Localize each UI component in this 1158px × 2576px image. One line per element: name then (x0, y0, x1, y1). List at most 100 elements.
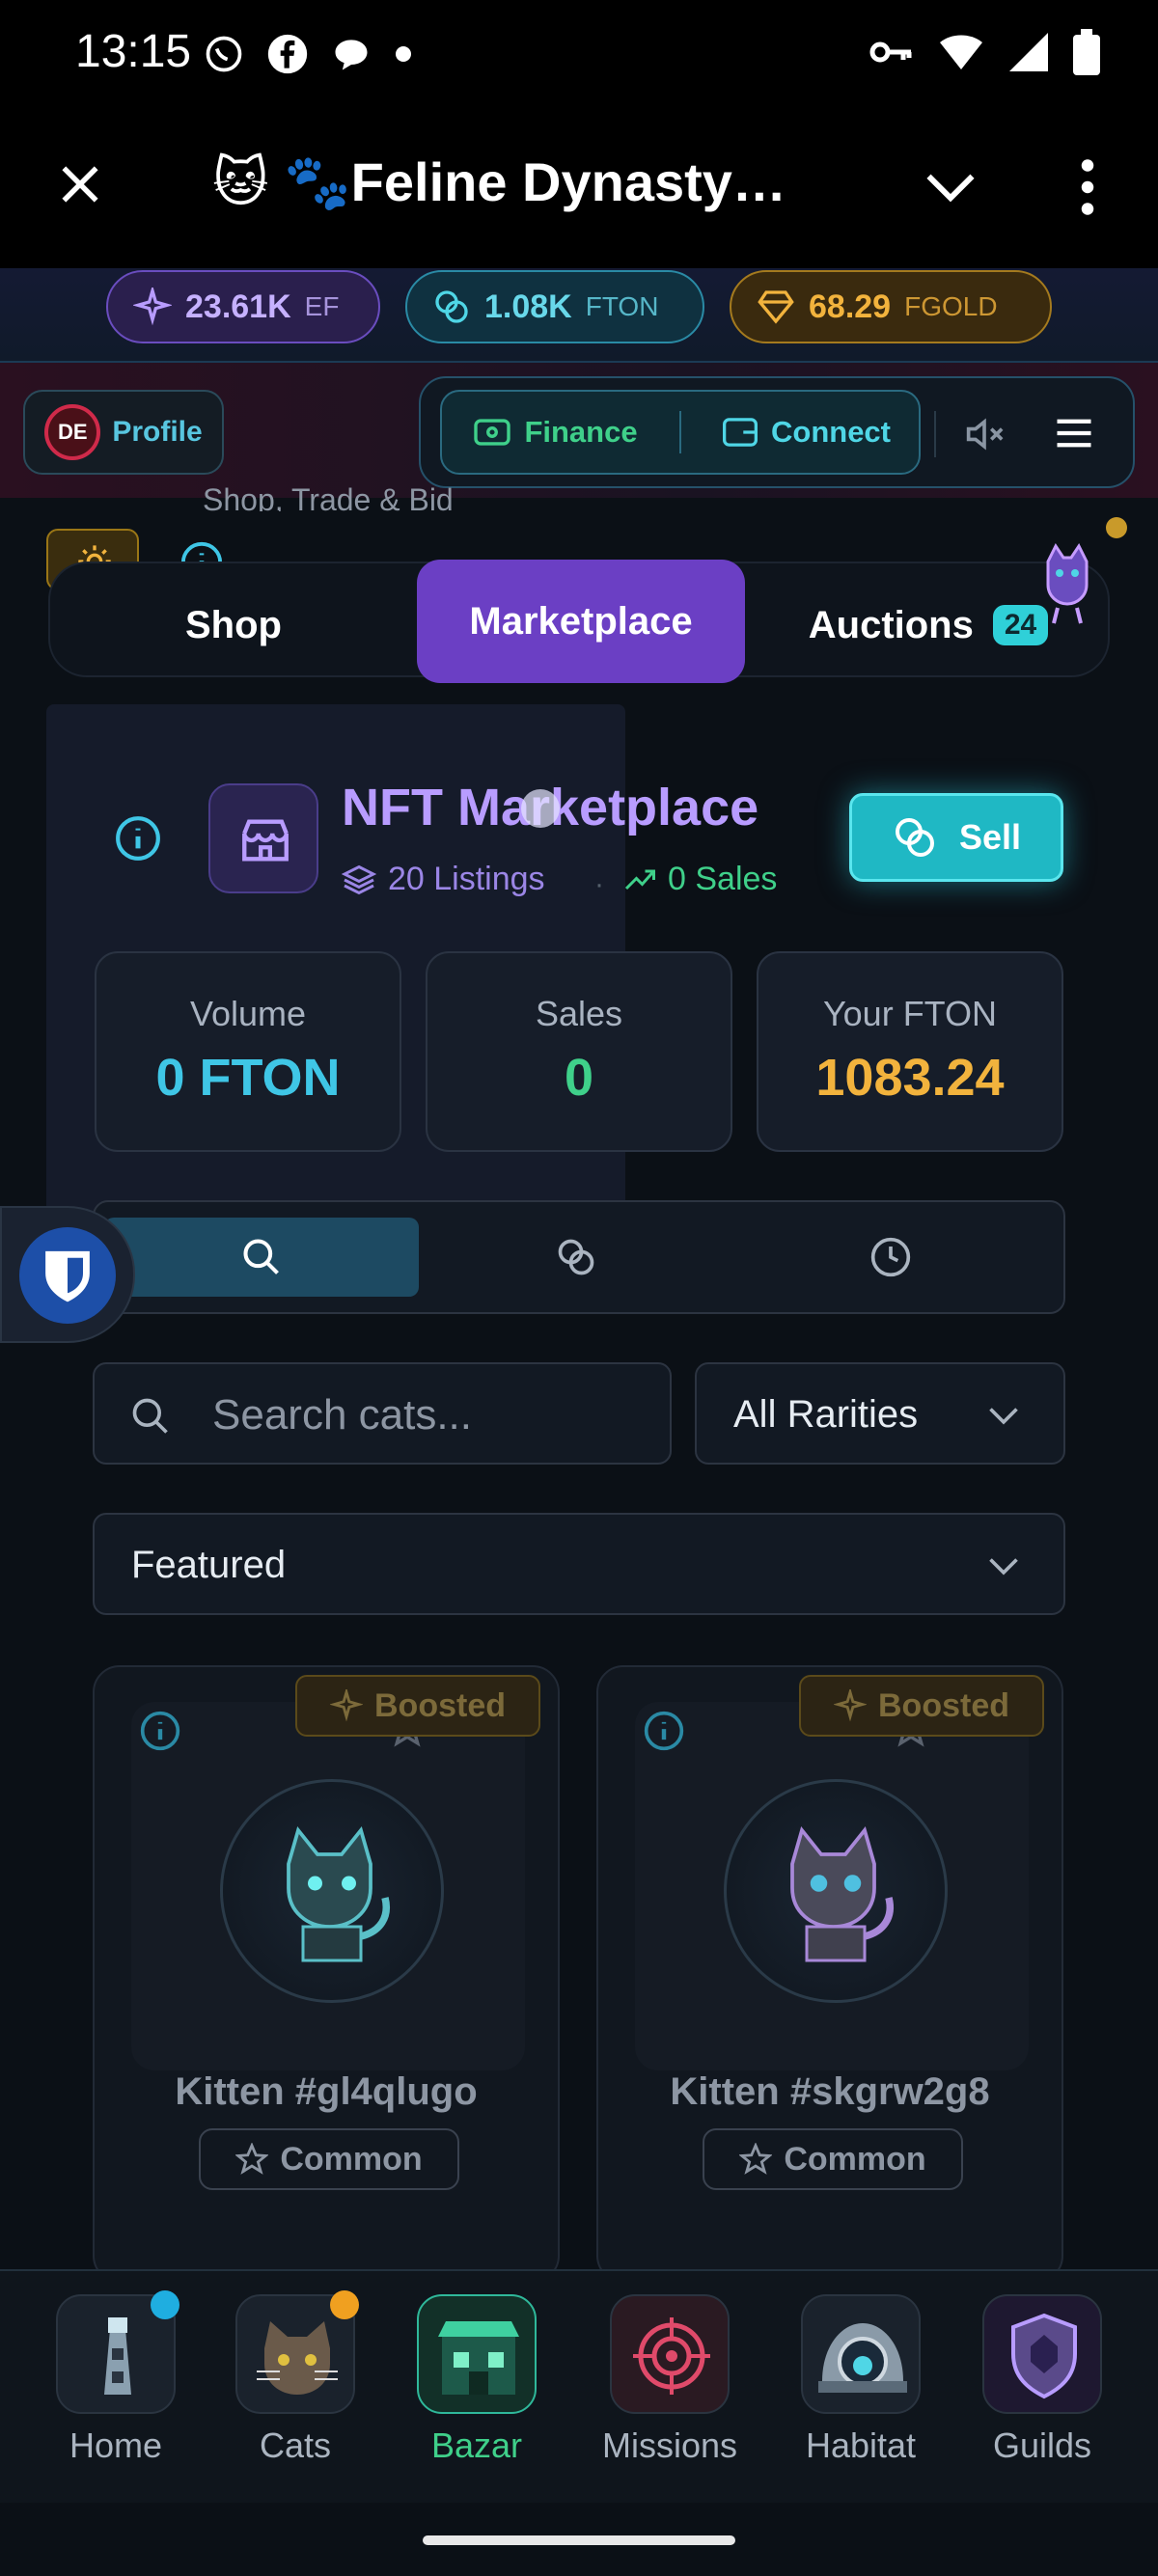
profile-label: Profile (112, 416, 203, 448)
search-icon (243, 1239, 279, 1274)
habitat-dome-icon (801, 2294, 921, 2414)
chevron-down-icon (989, 1408, 1018, 1425)
shield-icon (45, 1250, 90, 1302)
rarity-badge: Common (199, 2128, 459, 2190)
info-icon[interactable] (114, 814, 162, 863)
nav-habitat-label: Habitat (805, 2425, 917, 2465)
store-icon (242, 819, 289, 862)
card-image-frame (635, 1702, 1029, 2070)
wifi-icon (940, 35, 982, 69)
sort-select-value: Featured (131, 1544, 287, 1586)
nav-home[interactable]: Home (39, 2290, 193, 2466)
boosted-badge: Boosted (799, 1675, 1044, 1737)
bazar-tabs: Shop Marketplace Auctions 24 (48, 543, 1110, 683)
gem-icon (758, 290, 794, 324)
listing-card[interactable]: Boosted Kitten #gl4qlugo Common (93, 1665, 560, 2283)
fton-value: 1.08K (484, 288, 572, 325)
volume-stat-value: 0 FTON (155, 1049, 341, 1107)
cat-icon (287, 1825, 390, 1962)
tab-marketplace-label: Marketplace (469, 599, 693, 643)
nav-bazar[interactable]: Bazar (400, 2294, 554, 2466)
boosted-badge: Boosted (295, 1675, 540, 1737)
home-handle[interactable] (423, 2535, 735, 2545)
listing-card[interactable]: Boosted Kitten #skgrw2g8 Common (596, 1665, 1063, 2283)
finance-label: Finance (524, 415, 638, 449)
gesture-bar (0, 2503, 1158, 2576)
info-icon[interactable] (139, 1710, 181, 1752)
sort-select[interactable]: Featured (93, 1513, 1065, 1615)
more-vert-icon[interactable] (1073, 158, 1102, 216)
fton-stat-value: 1083.24 (815, 1049, 1005, 1107)
fgold-balance-pill[interactable]: 68.29 FGOLD (730, 270, 1052, 343)
card-image-frame (131, 1702, 525, 2070)
fton-unit: FTON (585, 291, 659, 321)
search-icon (132, 1398, 168, 1434)
search-input[interactable]: Search cats... (93, 1362, 672, 1465)
menu-icon[interactable] (1054, 415, 1094, 452)
nav-guilds[interactable]: Guilds (965, 2294, 1119, 2466)
sales-stat-value: 0 (564, 1049, 594, 1107)
boosted-label: Boosted (374, 1686, 506, 1724)
market-building-icon (417, 2294, 537, 2414)
search-placeholder: Search cats... (212, 1391, 473, 1439)
tab-auctions-label: Auctions (808, 603, 974, 646)
fgold-value: 68.29 (809, 288, 892, 325)
tab-shop-label: Shop (185, 603, 282, 646)
tab-marketplace[interactable]: Marketplace (417, 560, 745, 683)
browse-tab[interactable] (104, 1218, 419, 1297)
fton-stat: Your FTON 1083.24 (757, 951, 1063, 1152)
nav-home-label: Home (69, 2425, 163, 2465)
close-icon[interactable] (56, 160, 104, 208)
card-name: Kitten #skgrw2g8 (670, 2070, 990, 2113)
rarity-label: Common (784, 2140, 926, 2178)
nav-bazar-label: Bazar (430, 2425, 523, 2465)
password-manager-bubble[interactable] (0, 1206, 135, 1343)
lighthouse-icon (56, 2290, 179, 2414)
cat-icon (790, 1825, 894, 1962)
wallet-connect-icon (723, 418, 758, 447)
star-icon (739, 2143, 773, 2175)
target-icon (610, 2294, 730, 2414)
chevron-down-icon[interactable] (924, 170, 977, 205)
coins-icon (435, 290, 468, 323)
volume-stat: Volume 0 FTON (95, 951, 401, 1152)
profile-button[interactable]: DE Profile (23, 390, 224, 475)
currency-bar: 23.61K EF 1.08K FTON 68.29 FGOLD (0, 268, 1158, 363)
bottom-nav: Home Cats Bazar Missions Habitat Guilds (0, 2269, 1158, 2503)
mute-icon[interactable] (963, 415, 1006, 453)
rarity-select[interactable]: All Rarities (695, 1362, 1065, 1465)
fton-balance-pill[interactable]: 1.08K FTON (405, 270, 704, 343)
nav-missions[interactable]: Missions (593, 2294, 747, 2466)
ef-balance-pill[interactable]: 23.61K EF (106, 270, 380, 343)
boosted-label: Boosted (878, 1686, 1009, 1724)
info-icon[interactable] (643, 1710, 685, 1752)
star-icon (235, 2143, 269, 2175)
connect-label: Connect (771, 415, 891, 449)
meta-separator: · (594, 868, 604, 900)
header-toolbar: Finance Connect (419, 376, 1135, 488)
nav-habitat[interactable]: Habitat (784, 2294, 938, 2466)
history-tab[interactable] (733, 1218, 1048, 1297)
fgold-unit: FGOLD (904, 291, 998, 321)
listings-label: 20 Listings (388, 861, 545, 897)
ef-unit: EF (304, 291, 340, 321)
finance-button[interactable]: Finance (442, 415, 668, 450)
sparkle-icon (133, 288, 172, 326)
sell-button[interactable]: Sell (849, 793, 1063, 882)
guild-shield-icon (982, 2294, 1102, 2414)
avatar: DE (44, 404, 101, 460)
sparkle-icon (834, 1689, 867, 1722)
key-icon (869, 41, 912, 63)
tab-auctions[interactable]: Auctions 24 (774, 563, 1083, 687)
my-listings-tab[interactable] (419, 1218, 733, 1297)
coins-icon (895, 818, 934, 857)
nav-cats[interactable]: Cats (218, 2290, 372, 2466)
status-time: 13:15 (75, 26, 192, 77)
nav-missions-label: Missions (601, 2425, 738, 2465)
connect-button[interactable]: Connect (693, 415, 919, 450)
tab-shop[interactable]: Shop (89, 563, 378, 687)
nav-guilds-label: Guilds (992, 2425, 1092, 2465)
marketplace-logo (208, 783, 318, 893)
cat-portrait (220, 1779, 444, 2003)
ef-value: 23.61K (185, 288, 291, 325)
